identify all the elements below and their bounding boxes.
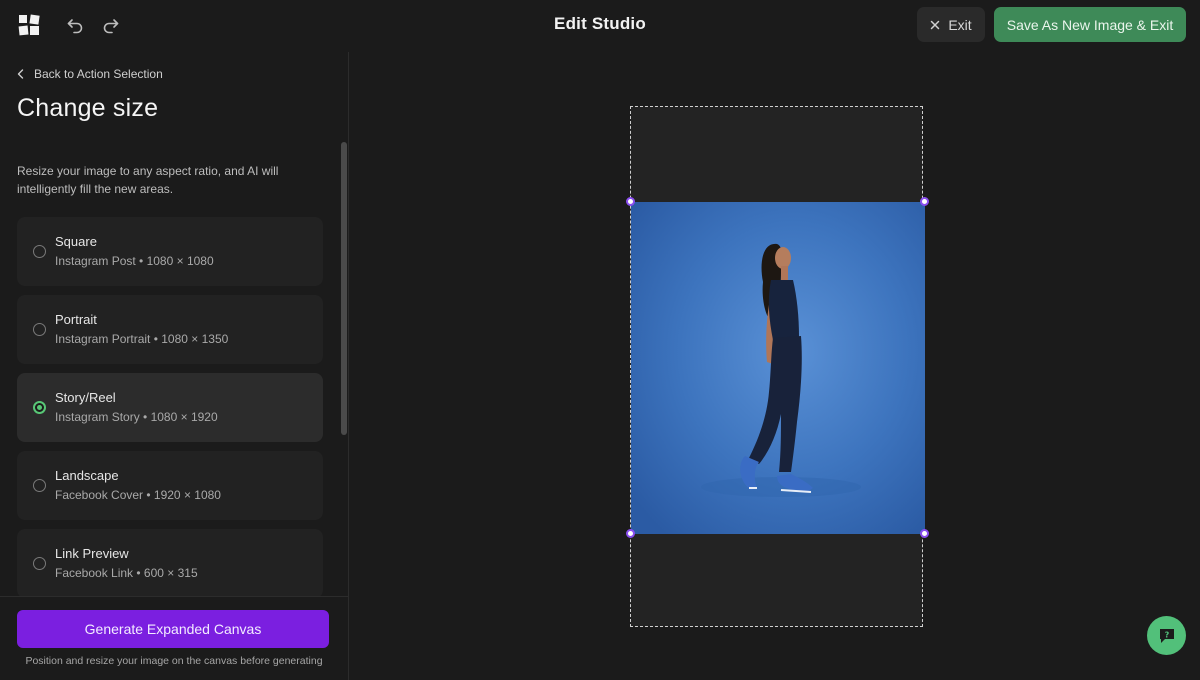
save-as-new-image-button[interactable]: Save As New Image & Exit xyxy=(994,7,1186,42)
back-label: Back to Action Selection xyxy=(34,67,163,81)
canvas-area: ? xyxy=(349,52,1200,680)
option-landscape[interactable]: Landscape Facebook Cover • 1920 × 1080 xyxy=(17,451,323,520)
panel-title: Change size xyxy=(17,94,159,122)
option-subtitle: Instagram Portrait • 1080 × 1350 xyxy=(55,332,229,346)
sidebar: Back to Action Selection Change size Res… xyxy=(0,52,349,680)
exit-label: Exit xyxy=(948,16,972,33)
radio-landscape[interactable] xyxy=(33,479,46,492)
resize-handle-top-right[interactable] xyxy=(920,197,929,206)
option-name: Story/Reel xyxy=(55,390,116,405)
exit-button[interactable]: Exit xyxy=(917,7,985,42)
chevron-left-icon xyxy=(17,69,24,79)
photo-person-illustration xyxy=(631,202,925,534)
sidebar-footer: Generate Expanded Canvas Position and re… xyxy=(0,596,348,680)
feedback-icon: ? xyxy=(1159,628,1174,643)
option-portrait[interactable]: Portrait Instagram Portrait • 1080 × 135… xyxy=(17,295,323,364)
resize-handle-top-left[interactable] xyxy=(626,197,635,206)
resize-handle-bottom-left[interactable] xyxy=(626,529,635,538)
scrollbar-thumb[interactable] xyxy=(341,142,347,435)
radio-link-preview[interactable] xyxy=(33,557,46,570)
option-subtitle: Facebook Link • 600 × 315 xyxy=(55,566,198,580)
sidebar-scrollbar[interactable] xyxy=(341,142,347,435)
radio-story-reel[interactable] xyxy=(33,401,46,414)
top-bar: Edit Studio Exit Save As New Image & Exi… xyxy=(0,0,1200,52)
option-link-preview[interactable]: Link Preview Facebook Link • 600 × 315 xyxy=(17,529,323,597)
back-to-action-selection-link[interactable]: Back to Action Selection xyxy=(17,67,163,81)
svg-text:?: ? xyxy=(1164,630,1169,639)
panel-description: Resize your image to any aspect ratio, a… xyxy=(17,164,279,196)
option-name: Portrait xyxy=(55,312,97,327)
size-options-list: Square Instagram Post • 1080 × 1080 Port… xyxy=(17,217,323,597)
option-subtitle: Instagram Post • 1080 × 1080 xyxy=(55,254,214,268)
image-layer[interactable] xyxy=(631,202,925,534)
resize-handle-bottom-right[interactable] xyxy=(920,529,929,538)
close-icon xyxy=(931,20,940,29)
option-square[interactable]: Square Instagram Post • 1080 × 1080 xyxy=(17,217,323,286)
generate-expanded-canvas-button[interactable]: Generate Expanded Canvas xyxy=(17,610,329,648)
generate-hint: Position and resize your image on the ca… xyxy=(25,655,323,667)
radio-portrait[interactable] xyxy=(33,323,46,336)
radio-square[interactable] xyxy=(33,245,46,258)
feedback-button[interactable]: ? xyxy=(1147,616,1186,655)
option-subtitle: Instagram Story • 1080 × 1920 xyxy=(55,410,218,424)
option-name: Link Preview xyxy=(55,546,129,561)
option-name: Landscape xyxy=(55,468,119,483)
option-story-reel[interactable]: Story/Reel Instagram Story • 1080 × 1920 xyxy=(17,373,323,442)
option-name: Square xyxy=(55,234,97,249)
option-subtitle: Facebook Cover • 1920 × 1080 xyxy=(55,488,221,502)
